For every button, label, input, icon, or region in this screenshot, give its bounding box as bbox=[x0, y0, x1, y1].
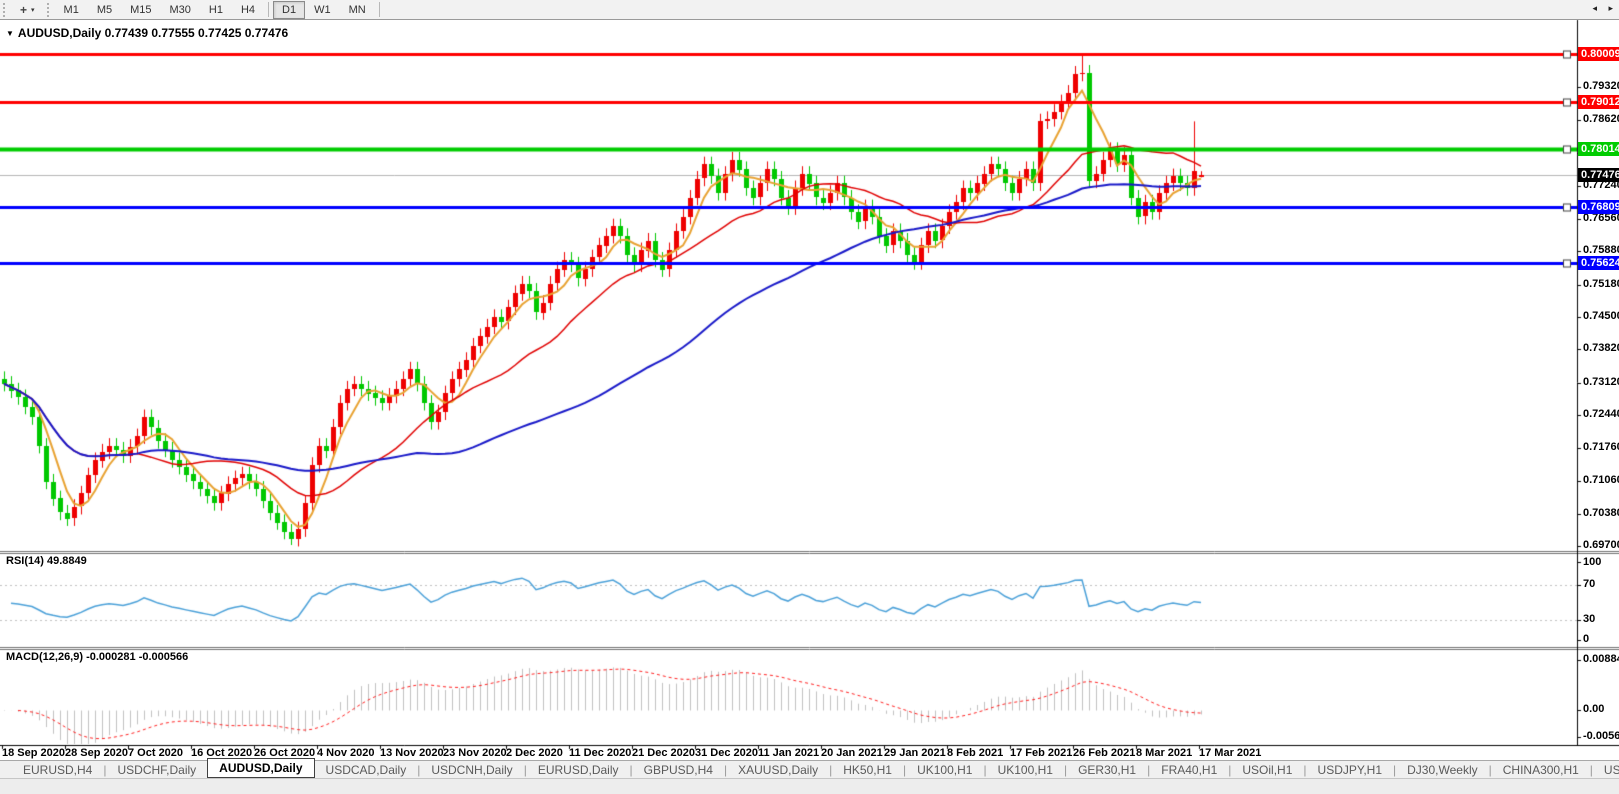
toolbar-separator bbox=[268, 2, 269, 17]
current-price-badge: 0.77476 bbox=[1578, 168, 1619, 182]
tab-scroll-right-icon[interactable]: ▸ bbox=[1608, 3, 1613, 14]
macd-axis-tick: 0.00 bbox=[1583, 703, 1604, 715]
price-axis-tick: 0.69700 bbox=[1583, 539, 1619, 551]
symbol-tab-gbpusd-h4[interactable]: GBPUSD,H4 bbox=[633, 761, 724, 779]
date-axis-label: 4 Nov 2020 bbox=[317, 747, 374, 759]
price-chart-canvas[interactable] bbox=[0, 0, 1619, 794]
level-price-badge: 0.80009 bbox=[1578, 47, 1619, 61]
toolbar-separator bbox=[379, 2, 380, 17]
macd-axis-tick: 0.00884 bbox=[1583, 653, 1619, 665]
macd-axis-tick: -0.005651 bbox=[1583, 730, 1619, 742]
price-axis-tick: 0.73820 bbox=[1583, 342, 1619, 354]
date-axis-label: 20 Jan 2021 bbox=[821, 747, 883, 759]
cursor-tool-button[interactable]: + ▾ bbox=[11, 1, 44, 19]
toolbar-grip[interactable] bbox=[47, 3, 51, 17]
price-axis-tick: 0.74500 bbox=[1583, 310, 1619, 322]
toolbar: + ▾ M1M5M15M30H1H4 D1W1MN bbox=[0, 0, 1619, 20]
symbol-tab-xauusd-daily[interactable]: XAUUSD,Daily bbox=[727, 761, 829, 779]
macd-label: MACD(12,26,9) -0.000281 -0.000566 bbox=[6, 651, 188, 663]
date-axis-label: 23 Nov 2020 bbox=[443, 747, 507, 759]
timeframe-button-h1[interactable]: H1 bbox=[200, 1, 232, 19]
timeframe-button-m15[interactable]: M15 bbox=[121, 1, 160, 19]
level-price-badge: 0.76809 bbox=[1578, 200, 1619, 214]
date-axis-label: 26 Feb 2021 bbox=[1073, 747, 1135, 759]
rsi-axis-tick: 70 bbox=[1583, 578, 1595, 590]
date-axis-label: 31 Dec 2020 bbox=[695, 747, 758, 759]
symbol-tab-ger30-h1[interactable]: GER30,H1 bbox=[1067, 761, 1147, 779]
symbol-tab-uk100-h1[interactable]: UK100,H1 bbox=[987, 761, 1064, 779]
date-axis-label: 18 Sep 2020 bbox=[2, 747, 65, 759]
date-axis-label: 28 Sep 2020 bbox=[65, 747, 128, 759]
rsi-axis-tick: 30 bbox=[1583, 613, 1595, 625]
chevron-down-icon: ▾ bbox=[31, 6, 35, 14]
timeframe-button-h4[interactable]: H4 bbox=[232, 1, 264, 19]
date-axis-label: 11 Dec 2020 bbox=[569, 747, 631, 759]
symbol-tab-dj30-weekly[interactable]: DJ30,Weekly bbox=[1396, 761, 1488, 779]
timeframe-button-mn[interactable]: MN bbox=[340, 1, 375, 19]
date-axis-label: 11 Jan 2021 bbox=[758, 747, 819, 759]
symbol-tab-usdchf-daily[interactable]: USDCHF,Daily bbox=[106, 761, 207, 779]
date-axis-label: 29 Jan 2021 bbox=[884, 747, 946, 759]
date-axis-label: 17 Feb 2021 bbox=[1010, 747, 1072, 759]
date-axis-label: 13 Nov 2020 bbox=[380, 747, 444, 759]
price-axis-tick: 0.70380 bbox=[1583, 507, 1619, 519]
price-axis-tick: 0.75880 bbox=[1583, 244, 1619, 256]
timeframe-button-d1[interactable]: D1 bbox=[273, 1, 305, 19]
tab-scroll-left-icon[interactable]: ◂ bbox=[1592, 3, 1597, 14]
symbol-tab-usdcad-daily[interactable]: USDCAD,Daily bbox=[315, 761, 418, 779]
price-axis-tick: 0.79320 bbox=[1583, 80, 1619, 92]
date-axis-label: 2 Dec 2020 bbox=[506, 747, 563, 759]
date-axis-label: 7 Oct 2020 bbox=[128, 747, 183, 759]
timeframe-button-w1[interactable]: W1 bbox=[305, 1, 340, 19]
price-axis-tick: 0.72440 bbox=[1583, 408, 1619, 420]
symbol-tab-eurusd-daily[interactable]: EURUSD,Daily bbox=[527, 761, 630, 779]
chart-title: ▼ AUDUSD,Daily 0.77439 0.77555 0.77425 0.… bbox=[6, 26, 288, 40]
rsi-label: RSI(14) 49.8849 bbox=[6, 555, 87, 567]
date-axis-label: 8 Mar 2021 bbox=[1136, 747, 1192, 759]
timeframe-button-m1[interactable]: M1 bbox=[55, 1, 88, 19]
symbol-tab-usdjpy-h1[interactable]: USDJPY,H1 bbox=[1307, 761, 1393, 779]
symbol-tab-fra40-h1[interactable]: FRA40,H1 bbox=[1150, 761, 1228, 779]
date-axis-label: 21 Dec 2020 bbox=[632, 747, 695, 759]
status-strip bbox=[0, 778, 1619, 794]
symbol-tab-china300-h1[interactable]: CHINA300,H1 bbox=[1492, 761, 1590, 779]
level-price-badge: 0.78014 bbox=[1578, 142, 1619, 156]
price-axis-tick: 0.78620 bbox=[1583, 113, 1619, 125]
symbol-period-label: AUDUSD,Daily bbox=[18, 26, 101, 40]
price-axis-tick: 0.73120 bbox=[1583, 376, 1619, 388]
price-axis-tick: 0.71760 bbox=[1583, 441, 1619, 453]
symbol-tab-usoil-h1[interactable]: USOil,H1 bbox=[1231, 761, 1303, 779]
crosshair-icon: + bbox=[20, 3, 27, 17]
date-axis-label: 17 Mar 2021 bbox=[1199, 747, 1261, 759]
price-axis-tick: 0.71060 bbox=[1583, 474, 1619, 486]
rsi-axis-tick: 0 bbox=[1583, 633, 1589, 645]
symbol-tab-eurusd-h4[interactable]: EURUSD,H4 bbox=[12, 761, 103, 779]
symbol-tab-usoil[interactable]: USOil bbox=[1593, 761, 1619, 779]
date-axis-label: 8 Feb 2021 bbox=[947, 747, 1003, 759]
collapse-triangle-icon[interactable]: ▼ bbox=[6, 29, 14, 38]
rsi-axis-tick: 100 bbox=[1583, 556, 1601, 568]
level-price-badge: 0.79012 bbox=[1578, 95, 1619, 109]
symbol-tabbar: EURUSD,H4|USDCHF,DailyAUDUSD,DailyUSDCAD… bbox=[0, 760, 1619, 778]
symbol-tab-hk50-h1[interactable]: HK50,H1 bbox=[832, 761, 903, 779]
price-axis-tick: 0.75180 bbox=[1583, 278, 1619, 290]
symbol-tab-uk100-h1[interactable]: UK100,H1 bbox=[906, 761, 983, 779]
mt4-window: + ▾ M1M5M15M30H1H4 D1W1MN ▼ AUDUSD,Daily 0… bbox=[0, 0, 1619, 794]
symbol-tab-usdcnh-daily[interactable]: USDCNH,Daily bbox=[420, 761, 523, 779]
timeframe-button-m5[interactable]: M5 bbox=[88, 1, 121, 19]
ohlc-values: 0.77439 0.77555 0.77425 0.77476 bbox=[105, 26, 289, 40]
timeframe-button-m30[interactable]: M30 bbox=[161, 1, 200, 19]
toolbar-grip[interactable] bbox=[3, 3, 7, 17]
level-price-badge: 0.75624 bbox=[1578, 256, 1619, 270]
symbol-tab-audusd-daily[interactable]: AUDUSD,Daily bbox=[207, 758, 314, 778]
